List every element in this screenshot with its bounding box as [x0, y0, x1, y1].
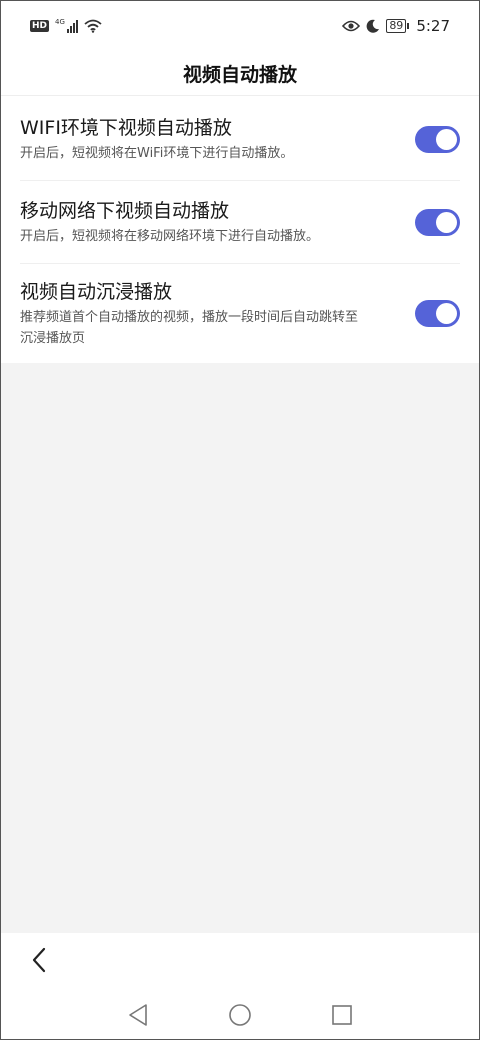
bottom-bar [0, 933, 480, 1040]
nav-home-button[interactable] [225, 1000, 255, 1030]
hd-icon: HD [30, 20, 50, 32]
empty-content-area [0, 363, 480, 933]
page-title: 视频自动播放 [182, 64, 297, 86]
nav-home-icon [229, 1004, 251, 1026]
immersive-autoplay-toggle[interactable] [415, 300, 460, 327]
network-type-label: 4G [55, 18, 65, 26]
signal-icon: 4G [55, 19, 78, 33]
setting-title: WIFI环境下视频自动播放 [20, 116, 232, 139]
nav-back-icon [129, 1004, 147, 1026]
setting-description: 开启后，短视频将在移动网络环境下进行自动播放。 [20, 229, 320, 244]
setting-text: 视频自动沉浸播放 推荐频道首个自动播放的视频，播放一段时间后自动跳转至沉浸播放页 [20, 279, 365, 349]
toggle-knob [436, 128, 457, 150]
status-left: HD 4G [30, 19, 102, 33]
mobile-autoplay-toggle[interactable] [415, 209, 460, 236]
eye-icon [342, 20, 361, 32]
system-nav-bar [0, 993, 480, 1037]
setting-title: 视频自动沉浸播放 [20, 280, 173, 303]
moon-icon [366, 19, 380, 33]
setting-mobile-autoplay[interactable]: 移动网络下视频自动播放 开启后，短视频将在移动网络环境下进行自动播放。 [0, 181, 480, 264]
settings-list: WIFI环境下视频自动播放 开启后，短视频将在WiFi环境下进行自动播放。 移动… [0, 97, 480, 363]
wifi-autoplay-toggle[interactable] [415, 125, 460, 153]
toggle-knob [436, 303, 457, 324]
nav-recents-icon [332, 1005, 352, 1025]
wifi-icon [84, 19, 102, 33]
setting-description: 开启后，短视频将在WiFi环境下进行自动播放。 [20, 145, 294, 161]
clock: 5:27 [416, 17, 450, 35]
battery-icon: 89 [386, 19, 410, 33]
setting-text: WIFI环境下视频自动播放 开启后，短视频将在WiFi环境下进行自动播放。 [20, 115, 293, 164]
setting-wifi-autoplay[interactable]: WIFI环境下视频自动播放 开启后，短视频将在WiFi环境下进行自动播放。 [0, 97, 480, 181]
status-right: 89 5:27 [342, 17, 450, 35]
nav-back-button[interactable] [123, 1000, 153, 1030]
setting-immersive-autoplay[interactable]: 视频自动沉浸播放 推荐频道首个自动播放的视频，播放一段时间后自动跳转至沉浸播放页 [0, 264, 480, 363]
nav-recents-button[interactable] [327, 1000, 357, 1030]
back-button[interactable] [24, 945, 54, 975]
setting-description: 推荐频道首个自动播放的视频，播放一段时间后自动跳转至沉浸播放页 [20, 309, 359, 346]
setting-title: 移动网络下视频自动播放 [20, 200, 230, 222]
toggle-knob [436, 212, 457, 233]
status-bar: HD 4G 89 5:27 [0, 0, 480, 52]
app-header: 视频自动播放 [0, 52, 480, 96]
back-arrow-icon [32, 947, 46, 973]
setting-text: 移动网络下视频自动播放 开启后，短视频将在移动网络环境下进行自动播放。 [20, 198, 319, 247]
